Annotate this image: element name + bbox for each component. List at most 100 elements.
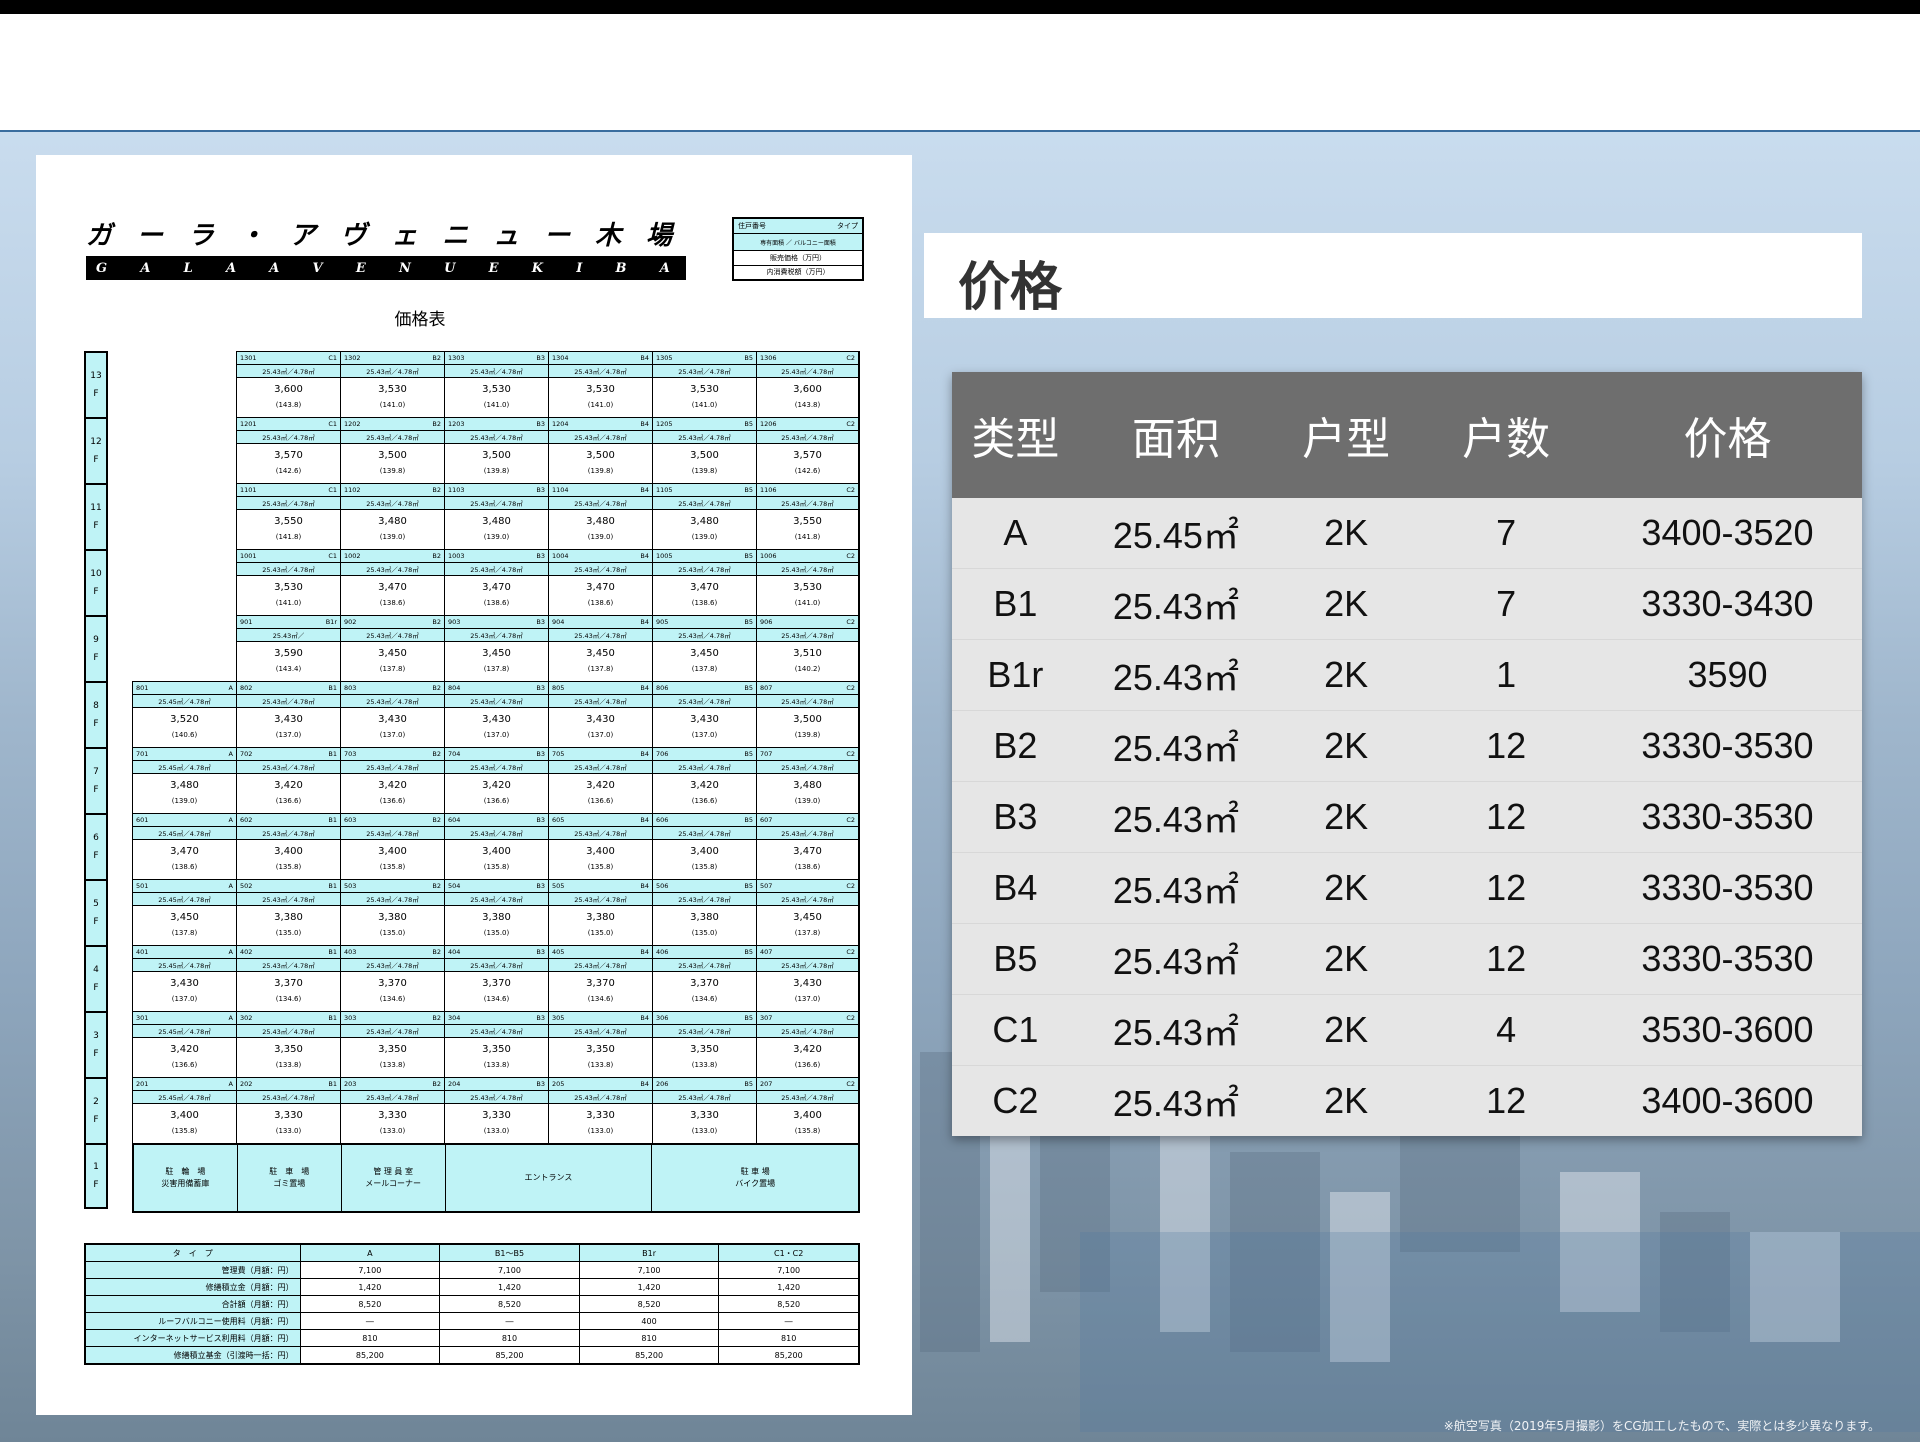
empty-cell <box>132 417 236 483</box>
unit-type: B3 <box>536 552 545 560</box>
unit-header: 607 C2 <box>757 814 858 827</box>
unit-number: 403 <box>344 948 357 956</box>
summary-row: B2 25.43㎡ 2K 12 3330-3530 <box>952 710 1862 782</box>
unit-area: 25.43㎡／4.78㎡ <box>237 695 340 708</box>
unit-tax: (135.0) <box>691 929 718 937</box>
brand-letter: V <box>312 260 329 276</box>
unit-type: B4 <box>640 420 649 428</box>
unit-tax: (133.0) <box>275 1127 302 1135</box>
unit-header: 406 B5 <box>653 946 756 959</box>
fees-row: 合計額（月額：円） 8,520 8,520 8,520 8,520 <box>84 1295 860 1313</box>
unit-header: 1105 B5 <box>653 484 756 497</box>
unit-type: C2 <box>846 684 855 692</box>
floor-row: 601 A 25.45㎡／4.78㎡ 3,470 (138.6) 602 B1 25.43㎡／… <box>132 813 860 879</box>
unit-price: 3,370 <box>690 978 719 989</box>
unit-tax: (137.8) <box>794 929 821 937</box>
unit-tax: (141.0) <box>691 401 718 409</box>
unit-type: B1 <box>328 882 337 890</box>
unit-area: 25.43㎡／4.78㎡ <box>341 497 444 510</box>
unit-type: C2 <box>846 882 855 890</box>
unit-area: 25.45㎡／4.78㎡ <box>133 893 236 906</box>
unit-type: B1 <box>328 816 337 824</box>
unit-cell: 1201 C1 25.43㎡／4.78㎡ 3,570 (142.6) <box>236 417 340 483</box>
unit-type: B5 <box>744 750 753 758</box>
floor-label: 1F <box>84 1143 108 1209</box>
unit-cell: 706 B5 25.43㎡／4.78㎡ 3,420 (136.6) <box>652 747 756 813</box>
unit-header: 502 B1 <box>237 880 340 893</box>
unit-tax: (135.8) <box>691 863 718 871</box>
unit-price: 3,450 <box>586 648 615 659</box>
unit-cell: 1301 C1 25.43㎡／4.78㎡ 3,600 (143.8) <box>236 351 340 417</box>
unit-price: 3,450 <box>690 648 719 659</box>
summary-cell: 4 <box>1419 994 1594 1066</box>
floor-label: 6F <box>84 813 108 879</box>
unit-type: C1 <box>328 486 337 494</box>
unit-header: 705 B4 <box>549 748 652 761</box>
unit-area: 25.43㎡／4.78㎡ <box>445 563 548 576</box>
unit-area: 25.45㎡／4.78㎡ <box>133 959 236 972</box>
unit-cell: 705 B4 25.43㎡／4.78㎡ 3,420 (136.6) <box>548 747 652 813</box>
fees-value: 85,200 <box>299 1346 441 1365</box>
unit-tax: (133.8) <box>483 1061 510 1069</box>
unit-price: 3,600 <box>274 384 303 395</box>
unit-cell: 305 B4 25.43㎡／4.78㎡ 3,350 (133.8) <box>548 1011 652 1077</box>
unit-cell: 503 B2 25.43㎡／4.78㎡ 3,380 (135.0) <box>340 879 444 945</box>
summary-header-row: 类型 面积 户型 户数 价格 <box>952 372 1862 498</box>
unit-tax: (139.8) <box>587 467 614 475</box>
unit-type: B2 <box>432 420 441 428</box>
unit-number: 505 <box>552 882 565 890</box>
unit-tax: (137.8) <box>587 665 614 673</box>
unit-header: 504 B3 <box>445 880 548 893</box>
unit-price: 3,380 <box>586 912 615 923</box>
unit-header: 1001 C1 <box>237 550 340 563</box>
unit-number: 204 <box>448 1080 461 1088</box>
unit-area: 25.43㎡／4.78㎡ <box>549 893 652 906</box>
unit-header: 1003 B3 <box>445 550 548 563</box>
unit-header: 403 B2 <box>341 946 444 959</box>
summary-cell: 12 <box>1419 923 1594 995</box>
unit-area: 25.43㎡／4.78㎡ <box>653 959 756 972</box>
unit-type: A <box>228 684 233 692</box>
unit-header: 505 B4 <box>549 880 652 893</box>
summary-row: B5 25.43㎡ 2K 12 3330-3530 <box>952 923 1862 995</box>
unit-tax: (139.8) <box>691 467 718 475</box>
unit-type: C1 <box>328 420 337 428</box>
summary-cell: 2K <box>1273 994 1420 1066</box>
unit-price: 3,330 <box>586 1110 615 1121</box>
unit-number: 406 <box>656 948 669 956</box>
brand-letter: I <box>576 260 589 276</box>
unit-type: B4 <box>640 1080 649 1088</box>
unit-cell: 804 B3 25.43㎡／4.78㎡ 3,430 (137.0) <box>444 681 548 747</box>
unit-price: 3,400 <box>482 846 511 857</box>
summary-header-cell: 户数 <box>1419 372 1594 498</box>
unit-cell: 606 B5 25.43㎡／4.78㎡ 3,400 (135.8) <box>652 813 756 879</box>
unit-number: 304 <box>448 1014 461 1022</box>
summary-cell: B1r <box>952 639 1079 711</box>
unit-header: 204 B3 <box>445 1078 548 1091</box>
unit-number: 307 <box>760 1014 773 1022</box>
ground-floor-row: 駐 輪 場災害用備蓄庫駐 車 場ゴミ置場管 理 員 室メールコーナー エントランス… <box>132 1143 860 1213</box>
unit-type: B4 <box>640 948 649 956</box>
floor-row: 701 A 25.45㎡／4.78㎡ 3,480 (139.0) 702 B1 25.43㎡／… <box>132 747 860 813</box>
unit-cell: 604 B3 25.43㎡／4.78㎡ 3,400 (135.8) <box>444 813 548 879</box>
floor-row: 301 A 25.45㎡／4.78㎡ 3,420 (136.6) 302 B1 25.43㎡／… <box>132 1011 860 1077</box>
summary-header-cell: 户型 <box>1273 372 1420 498</box>
unit-number: 602 <box>240 816 253 824</box>
brand-letter: K <box>531 260 550 276</box>
brand-letter: 木 <box>595 221 626 251</box>
unit-type: B2 <box>432 618 441 626</box>
unit-cell: 602 B1 25.43㎡／4.78㎡ 3,400 (135.8) <box>236 813 340 879</box>
brand-letter: A <box>140 260 157 276</box>
unit-type: B3 <box>536 486 545 494</box>
unit-price: 3,530 <box>378 384 407 395</box>
unit-price: 3,420 <box>274 780 303 791</box>
fees-table: タ イ プ A B1～B5 B1r C1・C2 管理費（月額：円） 7,100 7,100 7,… <box>84 1243 860 1365</box>
unit-type: A <box>228 750 233 758</box>
unit-price: 3,430 <box>482 714 511 725</box>
unit-price: 3,520 <box>170 714 199 725</box>
unit-header: 1106 C2 <box>757 484 858 497</box>
unit-number: 707 <box>760 750 773 758</box>
summary-cell: 3400-3520 <box>1593 498 1862 569</box>
unit-price: 3,530 <box>586 384 615 395</box>
brand-letter: L <box>183 260 199 276</box>
